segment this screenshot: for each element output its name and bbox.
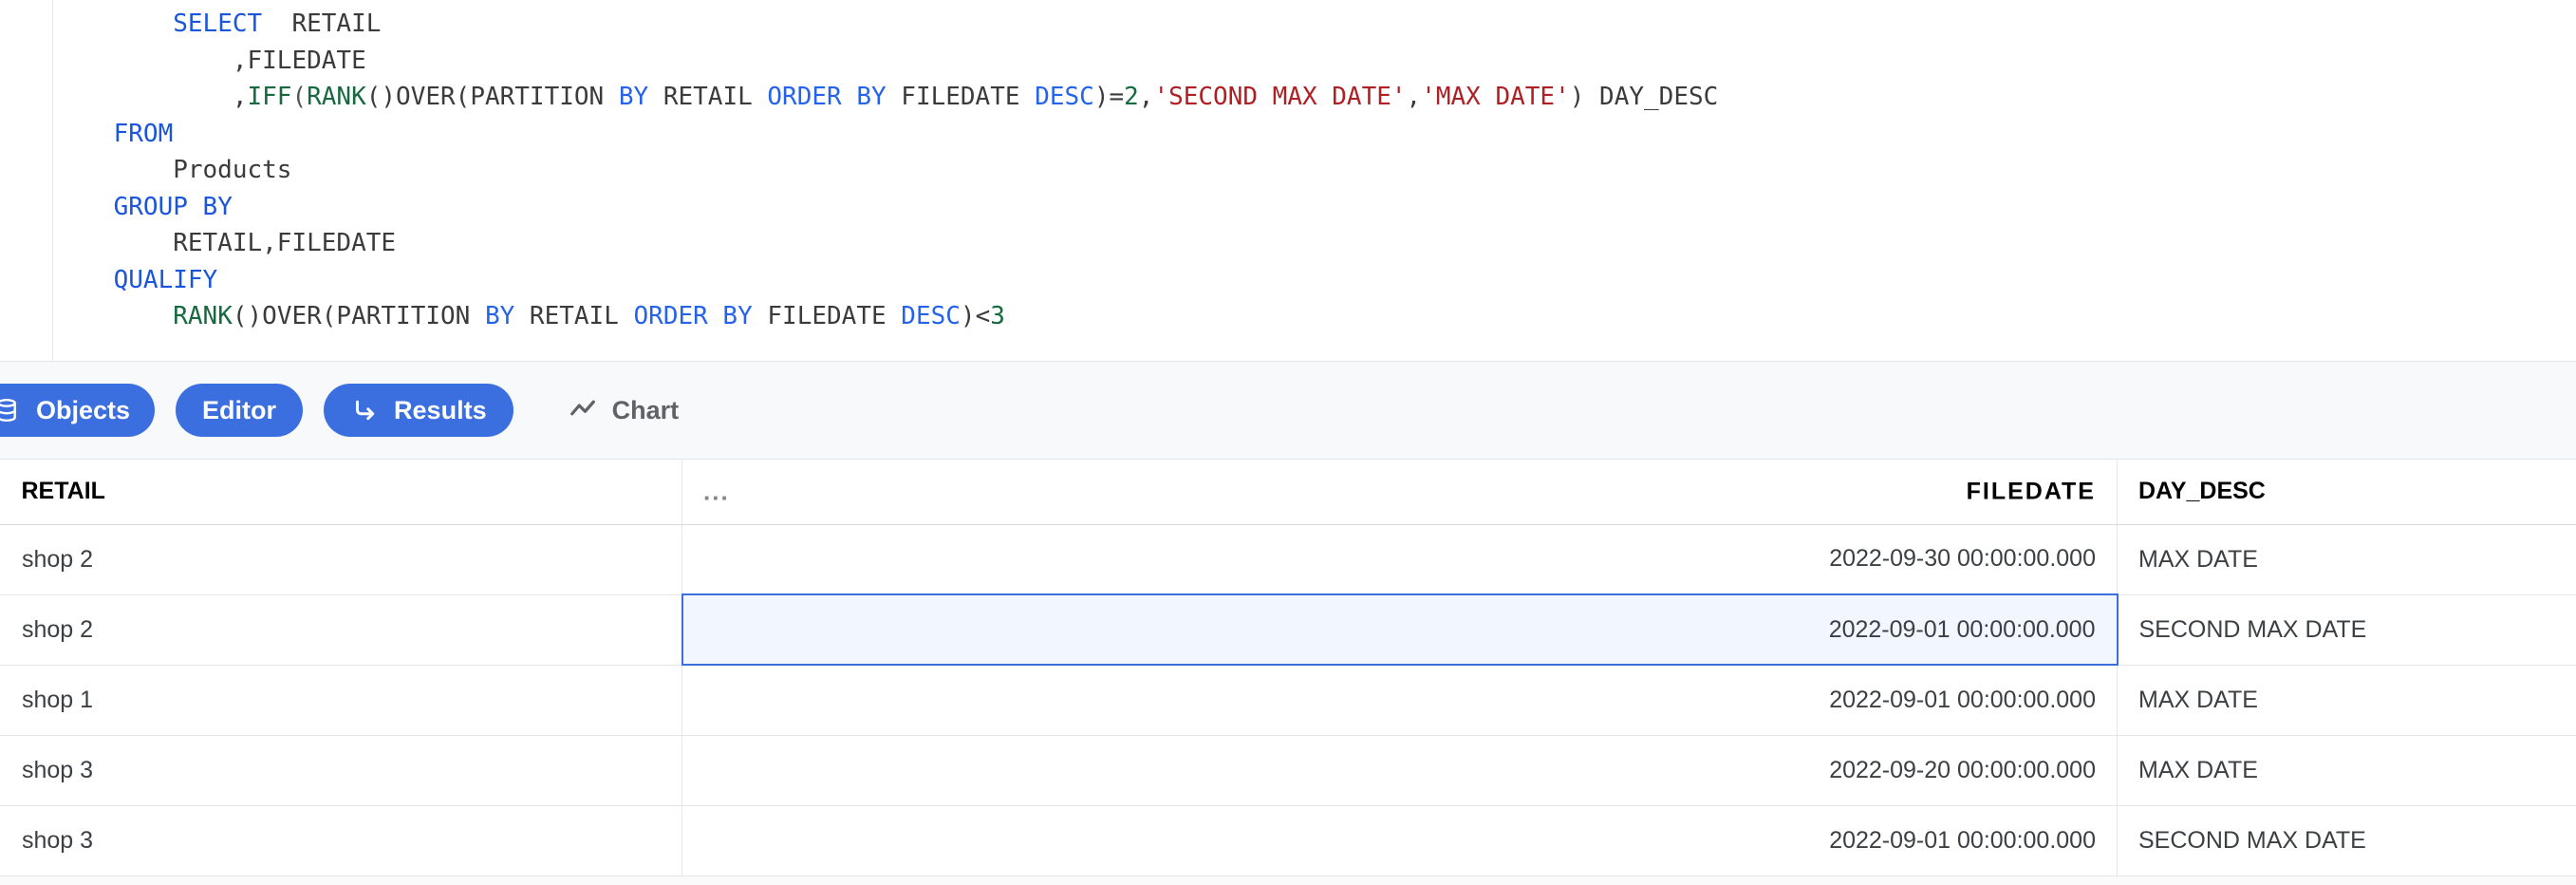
- code-line-4: FROM: [54, 116, 2576, 153]
- code-token: IFF: [247, 83, 292, 111]
- code-line-6: GROUP BY: [54, 189, 2576, 226]
- code-token: SELECT: [173, 9, 263, 38]
- column-header-retail[interactable]: RETAIL: [0, 460, 682, 525]
- cell-day_desc[interactable]: MAX DATE: [2117, 735, 2576, 806]
- sql-code-area[interactable]: SELECT RETAIL ,FILEDATE ,IFF(RANK()OVER(…: [54, 0, 2576, 361]
- cell-retail[interactable]: shop 3: [0, 735, 682, 806]
- editor-gutter: [0, 0, 53, 361]
- code-token: ) DAY_DESC: [1569, 83, 1719, 111]
- column-header-filedate-menu-icon[interactable]: ... FILEDATE: [681, 460, 2118, 525]
- code-token: FILEDATE: [752, 302, 902, 330]
- code-token: FILEDATE: [886, 83, 1036, 111]
- code-line-3: ,IFF(RANK()OVER(PARTITION BY RETAIL ORDE…: [54, 79, 2576, 116]
- code-token: )=: [1093, 83, 1125, 111]
- code-token: RETAIL,FILEDATE: [54, 229, 397, 257]
- tab-chart-label: Chart: [611, 395, 680, 424]
- cell-retail[interactable]: shop 2: [0, 594, 682, 666]
- cell-day_desc[interactable]: SECOND MAX DATE: [2117, 594, 2576, 666]
- code-token: BY: [484, 302, 515, 330]
- code-token: 'SECOND MAX DATE': [1153, 83, 1407, 111]
- code-token: FROM: [113, 119, 174, 148]
- results-table-body: shop 2 2022-09-30 00:00:00.000 MAX DATE sho…: [0, 524, 2576, 876]
- table-row[interactable]: shop 3 2022-09-20 00:00:00.000 MAX DATE: [0, 735, 2576, 806]
- cell-retail[interactable]: shop 2: [0, 524, 682, 595]
- code-token: ,FILEDATE: [54, 46, 366, 75]
- code-line-5: Products: [54, 152, 2576, 189]
- code-line-9: RANK()OVER(PARTITION BY RETAIL ORDER BY …: [54, 298, 2576, 335]
- code-token: ()OVER(PARTITION: [232, 302, 485, 330]
- header-row: RETAIL ... FILEDATE DAY_DESC: [0, 460, 2576, 525]
- tab-editor[interactable]: Editor: [176, 384, 304, 437]
- code-token: RANK: [307, 83, 366, 111]
- code-token: (: [291, 83, 308, 111]
- cell-day_desc[interactable]: MAX DATE: [2117, 665, 2576, 736]
- column-menu-dots-icon[interactable]: ...: [703, 477, 730, 506]
- corner-down-right-icon: [350, 396, 379, 424]
- results-table: RETAIL ... FILEDATE DAY_DESC shop 2 2022-0…: [0, 460, 2576, 876]
- column-header-day-desc[interactable]: DAY_DESC: [2117, 460, 2576, 525]
- cell-filedate[interactable]: 2022-09-01 00:00:00.000: [681, 665, 2118, 736]
- column-header-filedate-label: FILEDATE: [1966, 478, 2096, 505]
- code-token: ORDER BY: [633, 302, 753, 330]
- sql-editor-pane[interactable]: SELECT RETAIL ,FILEDATE ,IFF(RANK()OVER(…: [0, 0, 2576, 361]
- tab-chart[interactable]: Chart: [542, 384, 706, 437]
- code-token: RETAIL: [262, 9, 382, 38]
- code-token: DESC: [901, 302, 961, 330]
- code-token: GROUP BY: [113, 192, 233, 221]
- view-tabbar: Objects Editor Results Chart: [0, 361, 2576, 460]
- table-row[interactable]: shop 3 2022-09-01 00:00:00.000 SECOND MAX …: [0, 805, 2576, 876]
- code-token: QUALIFY: [113, 265, 218, 294]
- code-token: ,: [1138, 83, 1154, 111]
- cell-day_desc[interactable]: SECOND MAX DATE: [2117, 805, 2576, 876]
- code-token: Products: [54, 156, 292, 184]
- code-token: 'MAX DATE': [1421, 83, 1570, 111]
- tab-results-label: Results: [394, 395, 487, 424]
- cell-retail[interactable]: shop 3: [0, 805, 682, 876]
- cell-day_desc[interactable]: MAX DATE: [2117, 524, 2576, 595]
- code-token: 2: [1124, 83, 1139, 111]
- code-token: 3: [990, 302, 1005, 330]
- code-line-2: ,FILEDATE: [54, 43, 2576, 80]
- code-token: ()OVER(PARTITION: [365, 83, 619, 111]
- code-line-7: RETAIL,FILEDATE: [54, 225, 2576, 262]
- tab-objects[interactable]: Objects: [0, 384, 156, 437]
- table-row[interactable]: shop 2 2022-09-30 00:00:00.000 MAX DATE: [0, 524, 2576, 595]
- code-token: ,: [1406, 83, 1422, 111]
- code-token: ,: [54, 83, 248, 111]
- tab-results[interactable]: Results: [324, 384, 513, 437]
- cell-retail[interactable]: shop 1: [0, 665, 682, 736]
- tab-editor-label: Editor: [202, 395, 277, 424]
- trend-line-icon: [569, 396, 597, 424]
- tab-objects-label: Objects: [36, 395, 131, 424]
- code-token: )<: [960, 302, 991, 330]
- results-table-header: RETAIL ... FILEDATE DAY_DESC: [0, 460, 2576, 525]
- results-grid[interactable]: RETAIL ... FILEDATE DAY_DESC shop 2 2022-0…: [0, 460, 2576, 885]
- database-icon: [0, 396, 21, 424]
- code-token: RETAIL: [514, 302, 634, 330]
- table-row[interactable]: shop 2 2022-09-01 00:00:00.000 SECOND MAX …: [0, 593, 2576, 666]
- table-row[interactable]: shop 1 2022-09-01 00:00:00.000 MAX DATE: [0, 665, 2576, 736]
- cell-filedate[interactable]: 2022-09-20 00:00:00.000: [681, 735, 2118, 806]
- code-token: DESC: [1035, 83, 1094, 111]
- code-token: BY: [618, 83, 649, 111]
- code-token: RANK: [173, 302, 233, 330]
- cell-filedate[interactable]: 2022-09-30 00:00:00.000: [681, 524, 2118, 595]
- code-token: RETAIL: [648, 83, 768, 111]
- code-line-8: QUALIFY: [54, 262, 2576, 299]
- code-line-1: SELECT RETAIL: [54, 6, 2576, 43]
- cell-filedate[interactable]: 2022-09-01 00:00:00.000: [681, 805, 2118, 876]
- cell-filedate-selected[interactable]: 2022-09-01 00:00:00.000: [681, 593, 2119, 666]
- code-token: ORDER BY: [767, 83, 887, 111]
